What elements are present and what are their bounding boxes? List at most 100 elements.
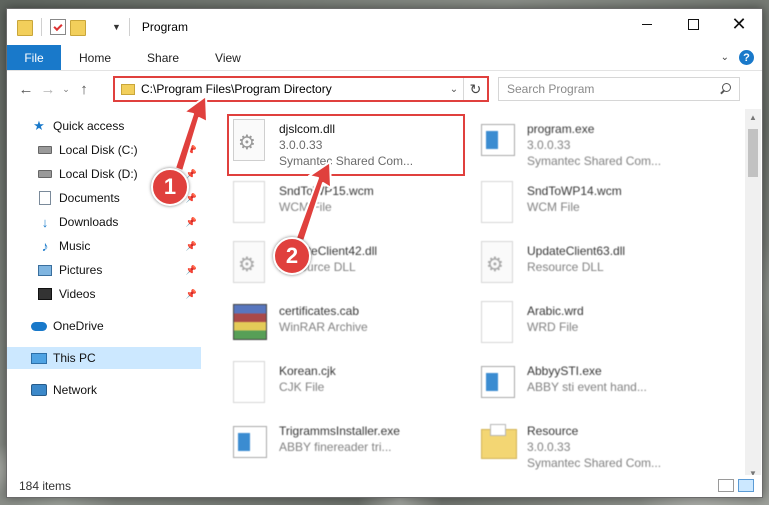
file-name: Arabic.wrd [527, 304, 584, 318]
file-item-arabic-wrd[interactable]: Arabic.wrd WRD File [471, 297, 711, 353]
file-item-updateclient63[interactable]: UpdateClient63.dll Resource DLL [471, 237, 711, 293]
file-type: Resource DLL [527, 260, 604, 274]
dll-file-icon [233, 241, 269, 285]
scroll-up-icon[interactable]: ▲ [745, 109, 761, 125]
file-type: CJK File [279, 380, 325, 394]
sidebar-item-network[interactable]: Network [7, 379, 201, 401]
minimize-button[interactable] [624, 9, 670, 39]
file-name: UpdateClient63.dll [527, 244, 626, 258]
file-version: 3.0.0.33 [527, 138, 571, 152]
tab-file[interactable]: File [7, 45, 61, 70]
blank-file-icon [481, 301, 517, 345]
pin-icon: 📌 [185, 240, 197, 251]
tab-view[interactable]: View [197, 45, 259, 70]
sidebar-item-local-disk-c[interactable]: Local Disk (C:) 📌 [7, 139, 201, 161]
toolbar-divider [41, 18, 42, 36]
sidebar-item-label: This PC [53, 351, 96, 365]
file-type: WinRAR Archive [279, 320, 368, 334]
sidebar-item-pictures[interactable]: Pictures 📌 [7, 259, 201, 281]
customize-toolbar-caret-icon[interactable]: ▼ [112, 22, 121, 32]
disk-icon [37, 142, 53, 158]
sidebar-item-label: Quick access [53, 119, 125, 133]
cloud-icon [31, 318, 47, 334]
sidebar-item-this-pc[interactable]: This PC [7, 347, 201, 369]
disk-icon [37, 166, 53, 182]
back-arrow-icon[interactable]: ← [15, 78, 37, 100]
file-item-abbyysti-exe[interactable]: AbbyySTI.exe ABBY sti event hand... [471, 357, 711, 413]
recent-locations-chevron-icon[interactable]: ⌄ [59, 78, 73, 100]
refresh-icon[interactable]: ↻ [463, 78, 487, 100]
new-folder-icon[interactable] [70, 20, 86, 36]
downloads-icon: ↓ [41, 214, 49, 230]
pin-icon: 📌 [185, 144, 197, 155]
vertical-scrollbar[interactable]: ▲ ▼ [745, 109, 761, 481]
large-icons-view-icon[interactable] [738, 479, 754, 492]
file-item-certificates-cab[interactable]: certificates.cab WinRAR Archive [223, 297, 463, 353]
file-name: AbbyySTI.exe [527, 364, 602, 378]
dll-file-icon [481, 241, 517, 285]
file-item-program-exe[interactable]: program.exe 3.0.0.33 Symantec Shared Com… [471, 115, 711, 171]
music-icon: ♪ [41, 238, 49, 254]
expand-ribbon-chevron-icon[interactable]: ⌄ [721, 52, 729, 63]
file-name: program.exe [527, 122, 595, 136]
properties-icon[interactable] [50, 19, 66, 35]
search-input[interactable] [507, 82, 719, 96]
sidebar-item-onedrive[interactable]: OneDrive [7, 315, 201, 337]
sidebar-item-label: Documents [59, 191, 120, 205]
forward-arrow-icon[interactable]: → [37, 78, 59, 100]
quick-access-toolbar: ▼ [17, 18, 134, 36]
file-type: WCM File [279, 200, 332, 214]
file-item-sndtowp15[interactable]: SndToWP15.wcm WCM File [223, 177, 463, 233]
sidebar-item-videos[interactable]: Videos 📌 [7, 283, 201, 305]
documents-icon [37, 190, 53, 206]
file-item-updateclient42[interactable]: UpdateClient42.dll Resource DLL [223, 237, 463, 293]
tab-home[interactable]: Home [61, 45, 129, 70]
address-path[interactable]: C:\Program Files\Program Directory [141, 82, 445, 96]
file-name: certificates.cab [279, 304, 360, 318]
sidebar-item-quick-access[interactable]: ★ Quick access [7, 115, 201, 137]
file-type: WRD File [527, 320, 579, 334]
file-item-korean-cjk[interactable]: Korean.cjk CJK File [223, 357, 463, 413]
exe-file-icon [481, 119, 517, 163]
pin-icon: 📌 [185, 216, 197, 227]
network-icon [31, 382, 47, 398]
address-folder-icon [121, 83, 135, 95]
up-arrow-icon[interactable]: ↑ [73, 78, 95, 100]
file-name: SndToWP15.wcm [279, 184, 374, 198]
file-description: Symantec Shared Com... [527, 456, 662, 470]
blank-file-icon [233, 181, 269, 225]
annotation-badge-2: 2 [273, 237, 311, 275]
navigation-row: ← → ⌄ ↑ C:\Program Files\Program Directo… [7, 72, 762, 106]
toolbar-divider [128, 18, 130, 36]
search-box[interactable] [498, 77, 740, 101]
file-type: ABBY finereader tri... [279, 440, 392, 454]
search-icon[interactable] [719, 83, 731, 95]
sidebar-item-music[interactable]: ♪ Music 📌 [7, 235, 201, 257]
file-name: Korean.cjk [279, 364, 336, 378]
winrar-archive-icon [233, 301, 269, 345]
sidebar-item-label: Music [59, 239, 91, 253]
address-bar[interactable]: C:\Program Files\Program Directory ⌄ ↻ [113, 76, 489, 102]
details-view-icon[interactable] [718, 479, 734, 492]
sidebar-item-label: Local Disk (C:) [59, 143, 138, 157]
maximize-button[interactable] [670, 9, 716, 39]
videos-icon [37, 286, 53, 302]
exe-file-icon [481, 361, 517, 405]
sidebar-item-downloads[interactable]: ↓ Downloads 📌 [7, 211, 201, 233]
help-icon[interactable]: ? [739, 50, 754, 65]
exe-file-icon [233, 421, 269, 465]
file-type: WCM File [527, 200, 580, 214]
folder-icon[interactable] [17, 20, 33, 36]
close-button[interactable]: ✕ [716, 9, 762, 39]
view-options-icon[interactable] [90, 19, 106, 35]
sidebar-item-label: Local Disk (D:) [59, 167, 138, 181]
file-item-sndtowp14[interactable]: SndToWP14.wcm WCM File [471, 177, 711, 233]
blank-file-icon [481, 181, 517, 225]
sidebar-item-label: Downloads [59, 215, 119, 229]
scrollbar-thumb[interactable] [748, 129, 758, 177]
address-dropdown-icon[interactable]: ⌄ [445, 84, 463, 95]
file-item-resource-folder[interactable]: Resource 3.0.0.33 Symantec Shared Com... [471, 417, 711, 473]
file-item-trigrammsinstaller-exe[interactable]: TrigrammsInstaller.exe ABBY finereader t… [223, 417, 463, 473]
tab-share[interactable]: Share [129, 45, 197, 70]
window-title: Program [141, 20, 188, 34]
